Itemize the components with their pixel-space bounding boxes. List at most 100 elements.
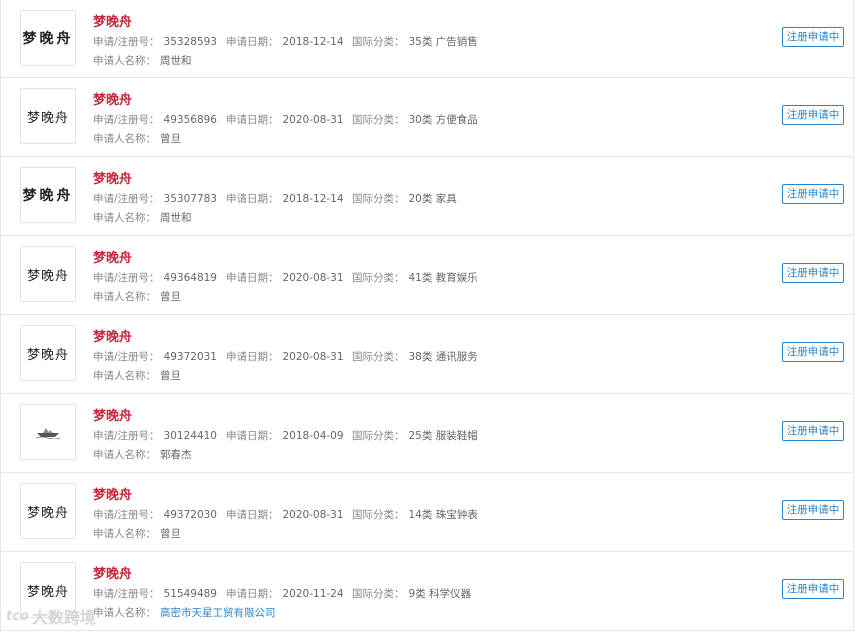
applicant-label: 申请人名称： xyxy=(93,607,156,619)
intl-class-label: 国际分类： xyxy=(352,272,405,284)
reg-no-label: 申请/注册号： xyxy=(93,272,160,284)
intl-class-value: 38类 通讯服务 xyxy=(408,351,478,363)
intl-class-label: 国际分类： xyxy=(352,36,405,48)
trademark-row[interactable]: 梦晚舟 梦晚舟 申请/注册号： 51549489 申请日期： 2020-11-24 国际分类… xyxy=(1,552,853,631)
reg-no-label: 申请/注册号： xyxy=(93,430,160,442)
apply-date-label: 申请日期： xyxy=(226,509,279,521)
apply-date: 申请日期： 2018-12-14 xyxy=(226,191,344,206)
applicant-label: 申请人名称： xyxy=(93,291,156,303)
apply-date: 申请日期： 2020-08-31 xyxy=(226,349,344,364)
apply-date: 申请日期： 2018-12-14 xyxy=(226,34,344,49)
trademark-image-text: 梦晚舟 xyxy=(22,188,74,204)
reg-no-value: 49356896 xyxy=(163,114,217,126)
applicant-label: 申请人名称： xyxy=(93,370,156,382)
apply-date-value: 2020-08-31 xyxy=(282,272,344,284)
reg-no: 申请/注册号： 30124410 xyxy=(93,428,217,443)
applicant-value: 周世和 xyxy=(160,55,192,67)
trademark-name[interactable]: 梦晚舟 xyxy=(93,563,132,582)
reg-no-value: 49364819 xyxy=(163,272,217,284)
trademark-row[interactable]: 梦晚舟 梦晚舟 申请/注册号： 49372031 申请日期： 2020-08-31 国际分类… xyxy=(1,315,853,394)
apply-date-value: 2020-08-31 xyxy=(282,509,344,521)
trademark-image[interactable]: 梦晚舟 xyxy=(20,88,76,144)
apply-date-value: 2020-08-31 xyxy=(282,114,344,126)
intl-class-label: 国际分类： xyxy=(352,430,405,442)
reg-no: 申请/注册号： 35328593 xyxy=(93,34,217,49)
intl-class-value: 30类 方便食品 xyxy=(408,114,478,126)
trademark-row[interactable]: 梦晚舟 梦晚舟 申请/注册号： 49356896 申请日期： 2020-08-31 国际分类… xyxy=(1,78,853,157)
trademark-image[interactable]: 梦晚舟 xyxy=(20,483,76,539)
reg-no-label: 申请/注册号： xyxy=(93,509,160,521)
status-button[interactable]: 注册申请中 xyxy=(782,27,844,47)
intl-class: 国际分类： 38类 通讯服务 xyxy=(352,349,478,364)
status-button[interactable]: 注册申请中 xyxy=(782,105,844,125)
applicant-label: 申请人名称： xyxy=(93,133,156,145)
intl-class-value: 14类 珠宝钟表 xyxy=(408,509,478,521)
trademark-row[interactable]: 梦晚舟申请/注册号： 30124410 申请日期： 2018-04-09 国际分类： 25… xyxy=(1,394,853,473)
watermark-logo: tco xyxy=(6,608,29,624)
apply-date: 申请日期： 2020-08-31 xyxy=(226,507,344,522)
apply-date: 申请日期： 2020-11-24 xyxy=(226,586,344,601)
status-button[interactable]: 注册申请中 xyxy=(782,342,844,362)
apply-date: 申请日期： 2018-04-09 xyxy=(226,428,344,443)
trademark-name[interactable]: 梦晚舟 xyxy=(93,168,132,187)
apply-date-label: 申请日期： xyxy=(226,351,279,363)
reg-no-label: 申请/注册号： xyxy=(93,193,160,205)
trademark-row[interactable]: 梦晚舟 梦晚舟 申请/注册号： 49364819 申请日期： 2020-08-31 国际分类… xyxy=(1,236,853,315)
boat-logo-icon xyxy=(35,428,61,439)
trademark-row[interactable]: 梦晚舟 梦晚舟 申请/注册号： 49372030 申请日期： 2020-08-31 国际分类… xyxy=(1,473,853,552)
status-button[interactable]: 注册申请中 xyxy=(782,421,844,441)
intl-class-value: 25类 服装鞋帽 xyxy=(408,430,478,442)
reg-no: 申请/注册号： 35307783 xyxy=(93,191,217,206)
applicant-value: 曾旦 xyxy=(160,291,181,303)
applicant-value: 曾旦 xyxy=(160,133,181,145)
intl-class-label: 国际分类： xyxy=(352,114,405,126)
trademark-image-text: 梦晚舟 xyxy=(26,347,69,363)
trademark-name[interactable]: 梦晚舟 xyxy=(93,405,132,424)
applicant-value: 周世和 xyxy=(160,212,192,224)
trademark-image[interactable]: 梦晚舟 xyxy=(20,246,76,302)
applicant-value: 曾旦 xyxy=(160,528,181,540)
trademark-image[interactable] xyxy=(20,404,76,460)
trademark-name[interactable]: 梦晚舟 xyxy=(93,89,132,108)
trademark-row[interactable]: 梦晚舟 梦晚舟 申请/注册号： 35307783 申请日期： 2018-12-14 国际分类… xyxy=(1,157,853,236)
intl-class: 国际分类： 20类 家具 xyxy=(352,191,457,206)
trademark-name[interactable]: 梦晚舟 xyxy=(93,484,132,503)
apply-date-value: 2018-04-09 xyxy=(282,430,344,442)
status-button[interactable]: 注册申请中 xyxy=(782,263,844,283)
trademark-image[interactable]: 梦晚舟 xyxy=(20,167,76,223)
intl-class-label: 国际分类： xyxy=(352,588,405,600)
apply-date: 申请日期： 2020-08-31 xyxy=(226,112,344,127)
reg-no-value: 35307783 xyxy=(163,193,217,205)
reg-no: 申请/注册号： 49372031 xyxy=(93,349,217,364)
status-button[interactable]: 注册申请中 xyxy=(782,500,844,520)
trademark-row[interactable]: 梦晚舟 梦晚舟 申请/注册号： 35328593 申请日期： 2018-12-14 国际分类… xyxy=(1,0,853,78)
applicant-label: 申请人名称： xyxy=(93,528,156,540)
apply-date-label: 申请日期： xyxy=(226,430,279,442)
applicant-value: 郭春杰 xyxy=(160,449,192,461)
apply-date-value: 2018-12-14 xyxy=(282,36,344,48)
reg-no-value: 30124410 xyxy=(163,430,217,442)
trademark-image[interactable]: 梦晚舟 xyxy=(20,10,76,66)
reg-no-label: 申请/注册号： xyxy=(93,114,160,126)
apply-date-value: 2020-08-31 xyxy=(282,351,344,363)
apply-date-label: 申请日期： xyxy=(226,114,279,126)
apply-date-label: 申请日期： xyxy=(226,588,279,600)
intl-class: 国际分类： 30类 方便食品 xyxy=(352,112,478,127)
apply-date-value: 2018-12-14 xyxy=(282,193,344,205)
trademark-list: 梦晚舟 梦晚舟 申请/注册号： 35328593 申请日期： 2018-12-14 国际分类… xyxy=(0,0,854,631)
trademark-image-text: 梦晚舟 xyxy=(26,110,69,126)
reg-no-value: 49372030 xyxy=(163,509,217,521)
intl-class-value: 9类 科学仪器 xyxy=(408,588,472,600)
trademark-name[interactable]: 梦晚舟 xyxy=(93,326,132,345)
status-button[interactable]: 注册申请中 xyxy=(782,579,844,599)
applicant-label: 申请人名称： xyxy=(93,55,156,67)
applicant-label: 申请人名称： xyxy=(93,212,156,224)
trademark-name[interactable]: 梦晚舟 xyxy=(93,247,132,266)
status-button[interactable]: 注册申请中 xyxy=(782,184,844,204)
trademark-name[interactable]: 梦晚舟 xyxy=(93,11,132,30)
apply-date-label: 申请日期： xyxy=(226,193,279,205)
applicant-value[interactable]: 高密市天星工贸有限公司 xyxy=(160,607,276,619)
intl-class-value: 35类 广告销售 xyxy=(408,36,478,48)
trademark-image[interactable]: 梦晚舟 xyxy=(20,325,76,381)
intl-class-label: 国际分类： xyxy=(352,193,405,205)
